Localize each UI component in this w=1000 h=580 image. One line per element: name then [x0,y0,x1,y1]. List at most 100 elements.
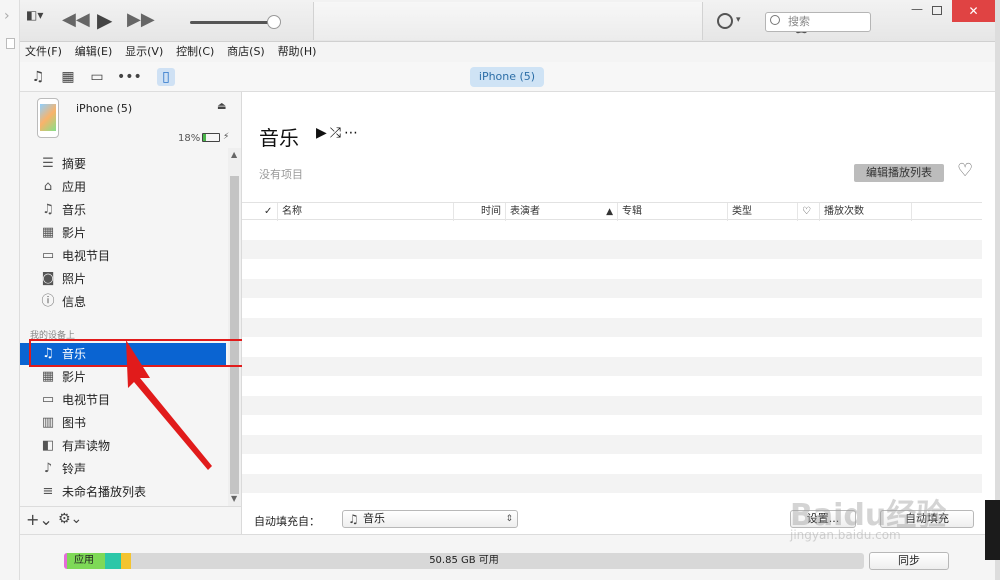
add-icon[interactable]: +⌄ [26,510,53,529]
column-check[interactable]: ✓ [260,203,278,221]
iphone-icon [37,98,59,138]
volume-knob[interactable] [267,15,281,29]
tv-icon: ▭ [41,248,55,263]
menu-controls[interactable]: 控制(C) [176,42,214,62]
previous-icon[interactable]: ◀◀ [62,10,90,30]
autofill-label: 自动填充自： [254,515,320,528]
more-icon[interactable]: ⋯ [344,125,361,141]
table-row [242,356,982,376]
close-button[interactable]: ✕ [952,0,995,22]
camera-icon: ◙ [41,271,55,286]
autofill-source-select[interactable]: ♫ 音乐 ⇕ [342,510,518,528]
apps-icon: ⌂ [43,179,53,194]
table-row [242,220,982,240]
menu-bar: 文件(F) 编辑(E) 显示(V) 控制(C) 商店(S) 帮助(H) [20,42,995,62]
music-icon: ♫ [42,202,54,217]
menu-store[interactable]: 商店(S) [227,42,265,62]
device-button[interactable]: iPhone (5) [470,67,544,87]
table-row [242,278,982,298]
sidebar-item-label: 电视节目 [62,393,111,407]
phone-icon[interactable]: ▯ [157,68,175,86]
main-panel: 音乐 ▶⤮⋯ 没有项目 编辑播放列表 ♡ ✓ 名称 时间 表演者 ▲ 专辑 类型 … [242,92,995,528]
search-input[interactable]: 搜索 [765,12,871,32]
outer-window-edge: › [0,0,20,580]
sidebar-item-label: 信息 [62,295,87,309]
watermark-url: jingyan.baidu.com [790,528,901,542]
column-empty [912,203,982,221]
music-icon: ♫ [348,512,359,526]
menu-view[interactable]: 显示(V) [125,42,163,62]
sidebar-item[interactable]: ▦ 影片 [20,222,226,244]
play-icon[interactable]: ▶ [97,10,112,30]
audiobook-icon: ◧ [41,438,55,453]
maximize-button[interactable] [932,6,942,15]
title-actions: ▶⤮⋯ [316,125,361,141]
device-header: iPhone (5) ⏏ 18% ⚡ [20,92,241,148]
scroll-up-icon[interactable]: ▲ [231,150,237,159]
edit-playlist-button[interactable]: 编辑播放列表 [854,164,944,182]
capacity-bar: 应用 50.85 GB 可用 [64,553,864,569]
chevron-down-icon[interactable]: ▾ [736,15,741,25]
music-icon[interactable]: ♫ [29,68,47,86]
gear-icon[interactable]: ⚙⌄ [58,511,82,527]
search-placeholder: 搜索 [788,15,810,28]
sidebar-item[interactable]: ♫ 音乐 [20,199,226,221]
battery-icon [202,133,220,142]
bell-icon: ♪ [43,461,53,476]
next-icon[interactable]: ▶▶ [127,10,155,30]
arrow-annotation [126,340,212,470]
sidebar-item[interactable]: ⓘ 信息 [20,291,226,313]
document-icon [6,38,15,49]
sidebar-item-label: 影片 [62,226,87,240]
sidebar-item[interactable]: ⌂ 应用 [20,176,226,198]
window-menu-icon[interactable]: ◧▾ [26,8,43,22]
sidebar-item-label: 照片 [62,272,87,286]
sidebar-item-label: 应用 [62,180,87,194]
search-icon [770,15,780,25]
media-toolbar: ♫ ▦ ▭ ••• ▯ iPhone (5) [20,62,995,92]
eject-icon[interactable]: ⏏ [217,101,226,112]
sidebar-item[interactable]: ◙ 照片 [20,268,226,290]
column-genre[interactable]: 类型 [728,203,798,221]
title-toolbar: ◧▾ ◀◀ ▶ ▶▶ ▾ 搜索 — ✕ [20,0,995,42]
sidebar-item[interactable]: ≡ 未命名播放列表 [20,481,226,503]
minimize-button[interactable]: — [909,3,925,18]
charging-icon: ⚡ [223,132,230,142]
book-icon: ▥ [41,415,55,430]
menu-file[interactable]: 文件(F) [25,42,62,62]
chevron-right-icon: › [4,8,10,24]
volume-slider[interactable] [190,21,275,24]
more-icon[interactable]: ••• [117,68,142,86]
track-list [242,220,982,500]
heart-icon[interactable]: ♡ [798,203,820,221]
heart-icon[interactable]: ♡ [957,160,973,181]
film-icon: ▦ [41,225,55,240]
sidebar-item-label: 摘要 [62,157,87,171]
play-icon[interactable]: ▶ [316,125,330,141]
column-plays[interactable]: 播放次数 [820,203,912,221]
sync-button[interactable]: 同步 [869,552,949,570]
column-artist[interactable]: 表演者 ▲ [506,203,618,221]
empty-note: 没有项目 [259,168,303,181]
table-row [242,337,982,357]
sidebar-item-label: 铃声 [62,462,87,476]
sidebar-item-label: 图书 [62,416,87,430]
menu-help[interactable]: 帮助(H) [278,42,317,62]
account-icon[interactable] [717,13,733,29]
menu-edit[interactable]: 编辑(E) [75,42,113,62]
sidebar-item[interactable]: ▭ 电视节目 [20,245,226,267]
sidebar-scrollbar[interactable]: ▲ ▼ [228,148,241,506]
device-name: iPhone (5) [76,102,133,115]
table-row [242,317,982,337]
capacity-available-label: 50.85 GB 可用 [429,555,499,566]
tv-icon[interactable]: ▭ [88,68,106,86]
shuffle-icon[interactable]: ⤮ [330,125,344,141]
column-name[interactable]: 名称 [278,203,454,221]
scrollbar-thumb[interactable] [230,176,239,494]
column-album[interactable]: 专辑 [618,203,728,221]
scroll-down-icon[interactable]: ▼ [231,494,237,503]
column-time[interactable]: 时间 [454,203,506,221]
film-icon[interactable]: ▦ [59,68,77,86]
page-title: 音乐 [259,126,299,150]
sidebar-item[interactable]: ☰ 摘要 [20,153,226,175]
